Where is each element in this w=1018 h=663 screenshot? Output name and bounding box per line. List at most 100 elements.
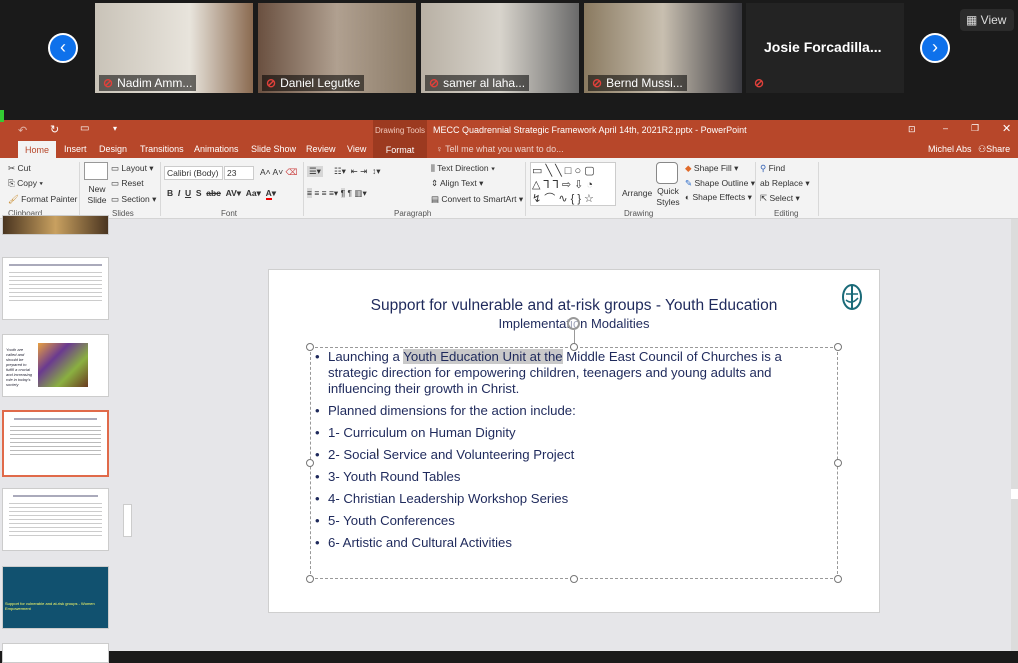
bullet-item[interactable]: 5- Youth Conferences — [315, 513, 455, 529]
new-slide-icon[interactable] — [84, 162, 108, 180]
slide-thumbnail[interactable]: Support for vulnerable and at-risk group… — [2, 566, 109, 629]
mic-muted-icon: ⊘ — [592, 76, 603, 90]
slide-thumbnail-selected[interactable] — [2, 410, 109, 477]
arrange-button[interactable]: Arrange — [622, 188, 652, 198]
previous-page-button[interactable]: ‹ — [48, 33, 78, 63]
bullet-item[interactable]: 1- Curriculum on Human Dignity — [315, 425, 516, 441]
slide-thumbnail[interactable] — [2, 257, 109, 320]
tab-view[interactable]: View — [347, 144, 366, 154]
window-title: MECC Quadrennial Strategic Framework Apr… — [433, 125, 747, 135]
redo-icon[interactable]: ↻ — [50, 123, 59, 136]
font-format-buttons[interactable]: B I U S abc AV▾ Aa▾ A▾ — [167, 188, 276, 200]
font-family-select[interactable]: Calibri (Body) — [164, 166, 223, 180]
slide-thumbnail[interactable] — [2, 215, 109, 235]
quick-styles-icon — [656, 162, 678, 184]
participant-tile[interactable]: ⊘ samer al laha... — [421, 3, 579, 93]
copy-button[interactable]: ⎘ Copy ▾ — [8, 178, 43, 189]
view-button[interactable]: ▦ View — [960, 9, 1014, 31]
participant-tile[interactable]: ⊘ Nadim Amm... — [95, 3, 253, 93]
share-button[interactable]: ⚇Share — [978, 144, 1010, 155]
rotate-handle-icon[interactable] — [567, 317, 580, 330]
participant-tile[interactable]: ⊘ Bernd Mussi... — [584, 3, 742, 93]
close-icon[interactable]: ✕ — [1002, 122, 1011, 135]
resize-handle[interactable] — [306, 575, 314, 583]
align-text-label: Align Text — [440, 178, 477, 188]
paragraph-list-buttons[interactable]: ☷▾ ⇤ ⇥ ↕▾ — [334, 166, 380, 177]
find-button[interactable]: ⚲ Find — [760, 163, 785, 174]
brush-icon: 🖌 — [8, 194, 19, 204]
bullet-item[interactable]: 2- Social Service and Volunteering Proje… — [315, 447, 574, 463]
slide-thumbnail[interactable] — [2, 643, 109, 663]
customize-toolbar-icon[interactable]: ▾ — [113, 124, 117, 133]
text-direction-button[interactable]: ⫼ Text Direction ▾ — [431, 163, 495, 174]
group-label-font: Font — [221, 209, 238, 218]
bullet-item[interactable]: 4- Christian Leadership Workshop Series — [315, 491, 568, 507]
tab-design[interactable]: Design — [99, 144, 127, 154]
layout-label: Layout — [121, 163, 147, 173]
tab-insert[interactable]: Insert — [64, 144, 87, 154]
replace-button[interactable]: ab Replace ▾ — [760, 178, 810, 189]
quick-styles-button[interactable]: Quick Styles — [654, 186, 682, 208]
resize-handle[interactable] — [834, 575, 842, 583]
shape-fill-label: Shape Fill — [693, 163, 732, 173]
select-button[interactable]: ⇱ Select ▾ — [760, 193, 800, 204]
slide-thumbnail[interactable]: Youth are called and should be prepared … — [2, 334, 109, 397]
restore-icon[interactable]: ❐ — [971, 123, 979, 134]
layout-button[interactable]: ▭ Layout ▾ — [111, 163, 154, 174]
new-slide-button[interactable]: New Slide — [86, 184, 108, 206]
shape-effects-label: Shape Effects — [692, 192, 746, 202]
align-text-button[interactable]: ⇕ Align Text ▾ — [431, 178, 483, 189]
alignment-buttons[interactable]: ≡ ≡ ≡ ≡▾ ¶ ¶ ▥▾ — [307, 188, 367, 199]
mic-muted-icon: ⊘ — [266, 76, 277, 90]
resize-handle[interactable] — [834, 459, 842, 467]
slide-thumbnail[interactable] — [2, 488, 109, 551]
scrollbar-thumb[interactable] — [123, 504, 132, 537]
tab-animations[interactable]: Animations — [194, 144, 239, 154]
thumbnails-scrollbar[interactable] — [122, 219, 134, 651]
ribbon-display-icon[interactable]: ⊡ — [908, 124, 916, 135]
participant-tile[interactable]: ⊘ Daniel Legutke — [258, 3, 416, 93]
bullet-item[interactable]: Planned dimensions for the action includ… — [315, 403, 576, 419]
bullet-item[interactable]: 6- Artistic and Cultural Activities — [315, 535, 512, 551]
tab-format[interactable]: Format — [373, 141, 427, 159]
cut-button[interactable]: ✂ Cut — [8, 163, 31, 174]
font-size-select[interactable]: 23 — [224, 166, 254, 180]
minimize-icon[interactable]: – — [943, 123, 948, 133]
tab-transitions[interactable]: Transitions — [140, 144, 184, 154]
resize-handle[interactable] — [834, 343, 842, 351]
view-label: View — [980, 13, 1007, 27]
participant-name: samer al laha... — [443, 76, 526, 90]
resize-handle[interactable] — [570, 575, 578, 583]
participant-tile[interactable]: Josie Forcadilla... ⊘ — [746, 3, 904, 93]
slide-title[interactable]: Support for vulnerable and at-risk group… — [268, 297, 880, 315]
section-button[interactable]: ▭ Section ▾ — [111, 194, 156, 205]
grow-font-icon[interactable]: A˄ A˅ ⌫ — [260, 167, 298, 178]
start-from-beginning-icon[interactable]: ▭ — [80, 123, 89, 134]
tab-slide-show[interactable]: Slide Show — [251, 144, 296, 154]
resize-handle[interactable] — [306, 459, 314, 467]
copy-label: Copy — [17, 178, 38, 188]
resize-handle[interactable] — [306, 343, 314, 351]
convert-smartart-button[interactable]: ▤ Convert to SmartArt ▾ — [431, 194, 523, 205]
bullet-item[interactable]: 3- Youth Round Tables — [315, 469, 461, 485]
editor-scrollbar[interactable] — [1011, 219, 1018, 651]
tab-home[interactable]: Home — [18, 141, 56, 159]
shape-outline-button[interactable]: ✎ Shape Outline ▾ — [685, 178, 755, 189]
reset-button[interactable]: ▭ Reset — [111, 178, 144, 189]
group-label-slides: Slides — [112, 209, 134, 218]
shape-effects-button[interactable]: ◐ Shape Effects ▾ — [685, 192, 752, 203]
mic-muted-icon: ⊘ — [103, 76, 114, 90]
tell-me-box[interactable]: ♀ Tell me what you want to do... — [436, 144, 564, 154]
ribbon: ✂ Cut ⎘ Copy ▾ 🖌 Format Painter Clipboar… — [0, 158, 1018, 219]
bullets-button[interactable]: ☰▾ — [307, 166, 323, 177]
tab-review[interactable]: Review — [306, 144, 336, 154]
user-name[interactable]: Michel Abs — [928, 144, 972, 154]
undo-icon[interactable]: ↶ — [18, 124, 27, 137]
mic-muted-icon: ⊘ — [429, 76, 440, 90]
next-page-button[interactable]: › — [920, 33, 950, 63]
scrollbar-thumb[interactable] — [1011, 489, 1018, 499]
bullet-item[interactable]: Launching a Youth Education Unit at the … — [315, 349, 782, 365]
format-painter-button[interactable]: 🖌 Format Painter — [8, 194, 77, 205]
shape-fill-button[interactable]: ◆ Shape Fill ▾ — [685, 163, 738, 174]
shapes-gallery[interactable]: ▭ ╲ ╲ □ ○ ▢ △ ⅂ ⅂ ⇨ ⇩ ◔ ↯ ⌒ ∿ { } ☆ — [530, 162, 616, 206]
